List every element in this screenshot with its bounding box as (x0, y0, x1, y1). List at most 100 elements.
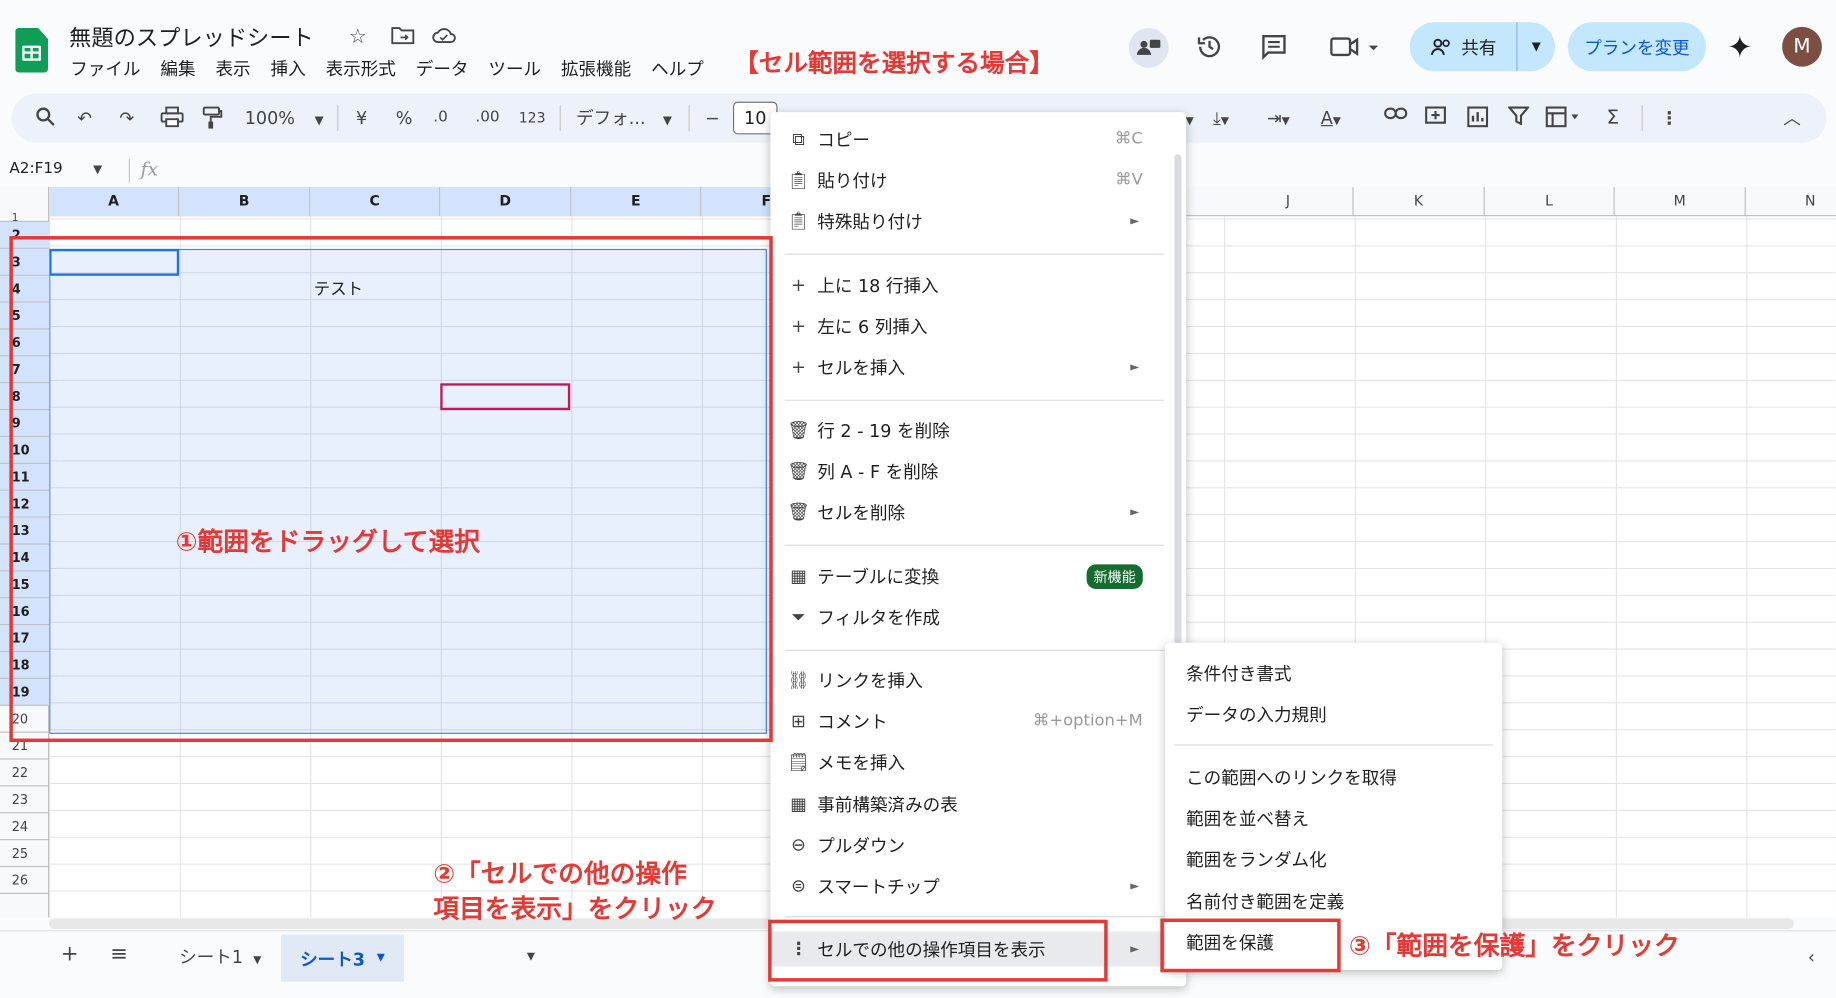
zoom-select[interactable]: 100% ▼ (245, 106, 324, 133)
menu-item-convert-table[interactable]: ▦ テーブルに変換 新機能 (770, 559, 1168, 594)
print-icon[interactable] (160, 106, 184, 128)
font-value: デフォ... (576, 107, 646, 129)
column-header-m[interactable]: M (1615, 186, 1746, 217)
submenu-conditional-format[interactable]: 条件付き書式 (1186, 661, 1291, 686)
sheet-tab-dropdown-icon[interactable]: ▼ (527, 951, 535, 963)
vertical-align-icon[interactable]: ⤓▼ (1213, 106, 1229, 133)
present-icon[interactable] (1128, 28, 1169, 68)
menu-item-insert-cells[interactable]: + セルを挿入 ► (770, 349, 1168, 384)
text-wrap-icon[interactable]: ⇥▼ (1267, 106, 1290, 133)
column-header-k[interactable]: K (1354, 186, 1485, 217)
redo-icon[interactable]: ↷ (119, 106, 134, 129)
menu-view[interactable]: 表示 (215, 56, 250, 81)
menu-edit[interactable]: 編集 (160, 56, 195, 81)
more-vert-icon[interactable]: ⋮ (1660, 106, 1678, 129)
sheet-tab-3[interactable]: シート3 ▼ (281, 934, 404, 982)
row-header-24[interactable]: 24 (0, 813, 50, 841)
meet-icon[interactable] (1330, 35, 1382, 58)
menu-format[interactable]: 表示形式 (326, 56, 396, 81)
avatar[interactable]: M (1782, 26, 1822, 67)
sheets-logo[interactable] (15, 28, 49, 73)
history-icon[interactable] (1194, 32, 1224, 62)
menu-item-insert-note[interactable]: 🗒︎ メモを挿入 (770, 744, 1168, 779)
menu-item-delete-columns[interactable]: 🗑︎ 列 A - F を削除 (770, 453, 1168, 488)
share-dropdown-icon[interactable]: ▼ (1517, 40, 1554, 53)
column-header-j[interactable]: J (1224, 186, 1354, 217)
menu-data[interactable]: データ (416, 56, 469, 81)
decrease-decimal-button[interactable]: .0 (433, 106, 448, 129)
submenu-get-range-link[interactable]: この範囲へのリンクを取得 (1186, 765, 1397, 790)
column-header-a[interactable]: A (49, 186, 180, 217)
comment-icon: ⊞ (791, 710, 806, 732)
sheet-tab-1[interactable]: シート1 ▼ (179, 944, 261, 969)
row-header-26[interactable]: 26 (0, 867, 50, 894)
menu-insert[interactable]: 挿入 (271, 56, 306, 81)
column-header-d[interactable]: D (440, 186, 572, 217)
paint-format-icon[interactable] (201, 106, 223, 129)
menu-item-prebuilt-table[interactable]: ▦ 事前構築済みの表 (770, 786, 1168, 821)
name-box[interactable]: A2:F19 ▼ (9, 160, 102, 178)
submenu-define-named-range[interactable]: 名前付き範囲を定義 (1186, 889, 1344, 914)
functions-icon[interactable]: Σ (1606, 106, 1619, 129)
menu-tools[interactable]: ツール (488, 56, 541, 81)
filter-icon[interactable] (1508, 106, 1530, 126)
menu-item-comment[interactable]: ⊞ コメント ⌘+option+M (770, 703, 1168, 738)
menu-divider (784, 399, 1164, 401)
submenu-arrow-icon: ► (1130, 360, 1140, 374)
menu-item-paste[interactable]: 📋︎ 貼り付け ⌘V (770, 162, 1168, 197)
menu-extensions[interactable]: 拡張機能 (561, 56, 631, 81)
row-header-25[interactable]: 25 (0, 840, 50, 868)
menu-item-insert-columns[interactable]: + 左に 6 列挿入 (770, 309, 1168, 344)
change-plan-button[interactable]: プランを変更 (1567, 22, 1707, 72)
menu-help[interactable]: ヘルプ (651, 56, 704, 81)
menu-file[interactable]: ファイル (70, 56, 140, 81)
insert-comment-icon[interactable] (1425, 106, 1446, 127)
column-header-l[interactable]: L (1485, 186, 1615, 217)
submenu-data-validation[interactable]: データの入力規則 (1186, 702, 1327, 727)
row-header-23[interactable]: 23 (0, 786, 50, 814)
menu-item-create-filter-label: フィルタを作成 (817, 607, 940, 629)
add-sheet-icon[interactable]: + (61, 942, 79, 967)
font-select[interactable]: デフォ... ▼ (576, 106, 672, 133)
insert-link-icon[interactable] (1384, 106, 1408, 120)
menu-item-insert-cells-label: セルを挿入 (817, 357, 906, 379)
all-sheets-icon[interactable]: ≡ (110, 942, 128, 967)
collapse-side-panel-icon[interactable]: ‹ (1808, 947, 1815, 968)
move-folder-icon[interactable] (391, 26, 415, 45)
percent-format-button[interactable]: % (396, 106, 413, 129)
column-header-e[interactable]: E (571, 186, 702, 217)
star-icon[interactable]: ☆ (349, 26, 367, 49)
menu-item-dropdown[interactable]: ⊖ プルダウン (770, 827, 1168, 862)
menu-item-delete-cells[interactable]: 🗑︎ セルを削除 ► (770, 494, 1168, 529)
menu-item-insert-link[interactable]: ⛓︎ リンクを挿入 (770, 663, 1168, 698)
submenu-randomize-range[interactable]: 範囲をランダム化 (1186, 847, 1327, 872)
currency-format-button[interactable]: ¥ (356, 106, 367, 129)
collapse-toolbar-icon[interactable]: ︿ (1783, 106, 1801, 129)
more-formats-button[interactable]: 123 (519, 106, 546, 129)
text-rotation-icon[interactable]: A▼ (1321, 106, 1341, 133)
undo-icon[interactable]: ↶ (77, 106, 92, 129)
submenu-sort-range[interactable]: 範囲を並べ替え (1186, 806, 1309, 831)
decrease-font-size-icon[interactable]: − (705, 106, 720, 129)
search-icon[interactable] (35, 106, 56, 127)
column-header-c[interactable]: C (310, 186, 441, 217)
increase-decimal-button[interactable]: .00 (475, 106, 499, 129)
menu-item-insert-rows[interactable]: + 上に 18 行挿入 (770, 268, 1168, 303)
gemini-icon[interactable]: ✦ (1727, 30, 1753, 65)
column-header-b[interactable]: B (179, 186, 311, 217)
trash-icon: 🗑︎ (787, 460, 810, 482)
menu-item-paste-special[interactable]: 📋︎ 特殊貼り付け ► (770, 203, 1168, 238)
select-all-corner[interactable] (0, 186, 50, 217)
share-button[interactable]: 共有 ▼ (1409, 22, 1555, 72)
comment-history-icon[interactable] (1260, 33, 1288, 61)
menu-item-create-filter[interactable]: ⏷ フィルタを作成 (770, 599, 1168, 634)
column-header-n[interactable]: N (1746, 187, 1836, 216)
row-header-22[interactable]: 22 (0, 760, 50, 787)
menu-item-delete-rows[interactable]: 🗑︎ 行 2 - 19 を削除 (770, 413, 1168, 448)
document-title[interactable]: 無題のスプレッドシート (69, 21, 314, 53)
cloud-saved-icon[interactable] (431, 26, 457, 45)
menu-item-smart-chips[interactable]: ⊜ スマートチップ ► (770, 868, 1168, 903)
insert-chart-icon[interactable] (1467, 106, 1489, 128)
filter-views-icon[interactable] (1545, 106, 1581, 128)
menu-item-copy[interactable]: ⧉ コピー ⌘C (770, 122, 1168, 157)
